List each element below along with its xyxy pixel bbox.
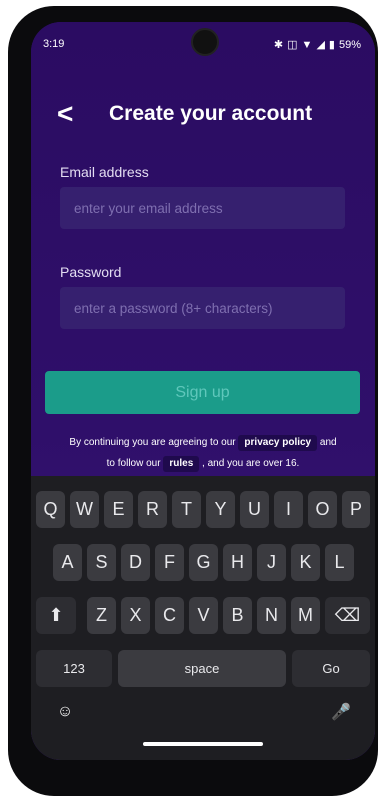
- legal-line1-suffix: and: [319, 437, 337, 448]
- shift-icon: ⬆: [48, 605, 64, 625]
- wifi-icon: ▼: [301, 38, 313, 51]
- legal-text: By continuing you are agreeing to our pr…: [41, 432, 365, 474]
- key-f[interactable]: F: [155, 544, 184, 581]
- legal-line2-prefix: to follow our: [106, 458, 161, 469]
- key-l[interactable]: L: [325, 544, 354, 581]
- key-u[interactable]: U: [240, 491, 269, 528]
- key-r[interactable]: R: [138, 491, 167, 528]
- screen: 3:19 ✱ ◫ ▼ ◢ ▮ 59% < Create your account…: [31, 22, 375, 760]
- vibrate-icon: ◫: [287, 39, 298, 51]
- backspace-key[interactable]: ⌫: [325, 597, 370, 634]
- key-g[interactable]: G: [189, 544, 218, 581]
- key-e[interactable]: E: [104, 491, 133, 528]
- page-header: < Create your account: [57, 100, 357, 132]
- page-title: Create your account: [109, 102, 313, 125]
- key-y[interactable]: Y: [206, 491, 235, 528]
- key-n[interactable]: N: [257, 597, 286, 634]
- numbers-key[interactable]: 123: [36, 650, 112, 687]
- legal-line1-prefix: By continuing you are agreeing to our: [69, 437, 236, 448]
- key-i[interactable]: I: [274, 491, 303, 528]
- status-icons: ✱ ◫ ▼ ◢ ▮ 59%: [273, 38, 361, 52]
- go-key[interactable]: Go: [292, 650, 370, 687]
- emoji-icon[interactable]: ☺: [51, 698, 79, 726]
- key-x[interactable]: X: [121, 597, 150, 634]
- signup-button[interactable]: Sign up: [45, 371, 360, 414]
- key-s[interactable]: S: [87, 544, 116, 581]
- key-d[interactable]: D: [121, 544, 150, 581]
- legal-line2-suffix: , and you are over 16.: [202, 458, 300, 469]
- key-q[interactable]: Q: [36, 491, 65, 528]
- key-z[interactable]: Z: [87, 597, 116, 634]
- key-a[interactable]: A: [53, 544, 82, 581]
- keyboard: Q W E R T Y U I O P A S D F G H J K L ⬆ …: [31, 476, 375, 760]
- battery-percentage: 59%: [338, 38, 361, 51]
- home-indicator[interactable]: [143, 742, 263, 746]
- key-h[interactable]: H: [223, 544, 252, 581]
- key-t[interactable]: T: [172, 491, 201, 528]
- key-b[interactable]: B: [223, 597, 252, 634]
- password-label: Password: [60, 264, 122, 280]
- signal-icon: ◢: [316, 39, 325, 51]
- password-input[interactable]: [60, 287, 345, 329]
- key-m[interactable]: M: [291, 597, 320, 634]
- key-p[interactable]: P: [342, 491, 370, 528]
- microphone-icon[interactable]: 🎤: [327, 698, 355, 726]
- shift-key[interactable]: ⬆: [36, 597, 76, 634]
- privacy-policy-link[interactable]: privacy policy: [238, 435, 318, 451]
- key-v[interactable]: V: [189, 597, 218, 634]
- back-button[interactable]: <: [57, 100, 73, 128]
- status-time: 3:19: [43, 38, 65, 50]
- space-key[interactable]: space: [118, 650, 286, 687]
- email-label: Email address: [60, 164, 149, 180]
- key-w[interactable]: W: [70, 491, 99, 528]
- phone: 3:19 ✱ ◫ ▼ ◢ ▮ 59% < Create your account…: [0, 0, 386, 796]
- key-o[interactable]: O: [308, 491, 337, 528]
- key-k[interactable]: K: [291, 544, 320, 581]
- email-input[interactable]: [60, 187, 345, 229]
- rules-link[interactable]: rules: [163, 456, 200, 472]
- status-bar: 3:19 ✱ ◫ ▼ ◢ ▮ 59%: [31, 36, 375, 56]
- bluetooth-icon: ✱: [273, 39, 284, 51]
- email-field[interactable]: [60, 187, 345, 229]
- key-j[interactable]: J: [257, 544, 286, 581]
- password-field[interactable]: [60, 287, 345, 329]
- key-c[interactable]: C: [155, 597, 184, 634]
- backspace-icon: ⌫: [334, 605, 361, 625]
- battery-icon: ▮: [328, 39, 335, 51]
